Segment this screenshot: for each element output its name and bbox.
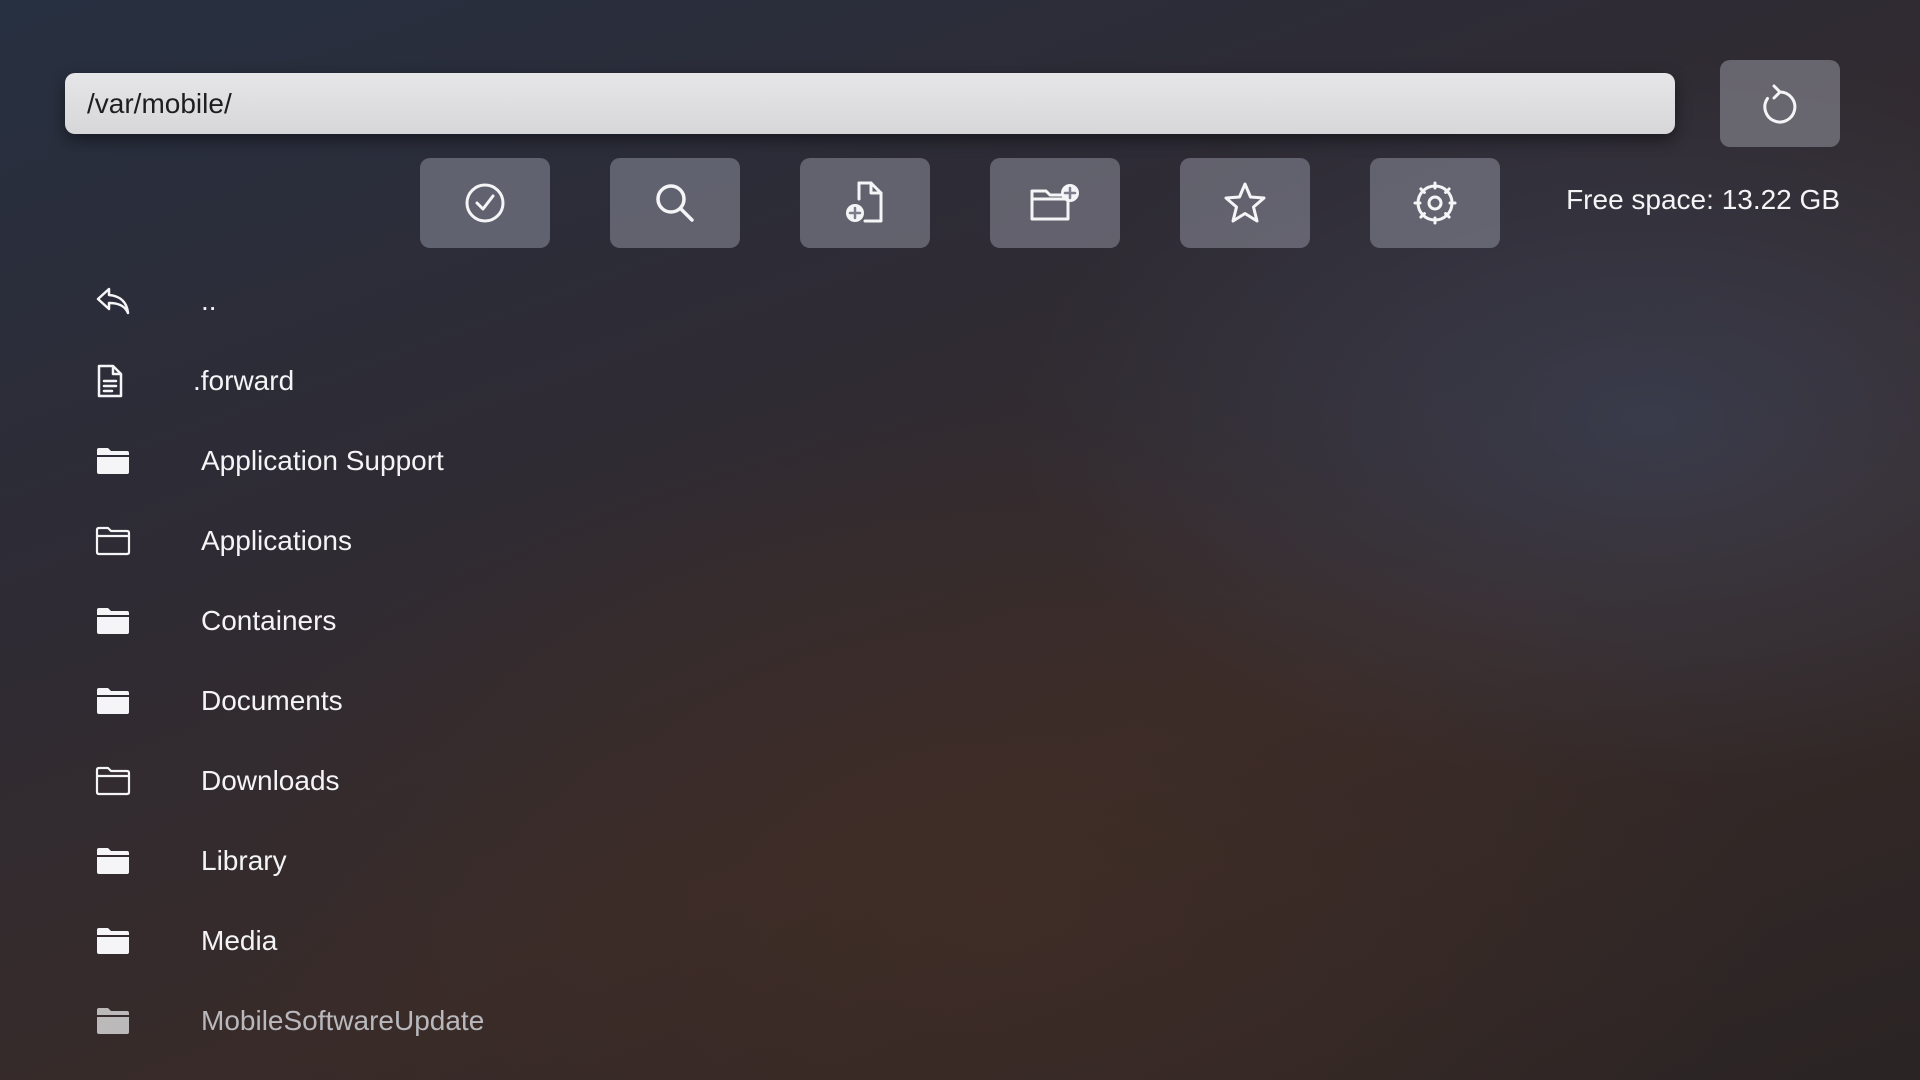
settings-button[interactable] <box>1370 158 1500 248</box>
folder-filled-icon <box>95 921 145 961</box>
new-file-icon <box>846 181 883 223</box>
list-item-label: Applications <box>201 525 352 556</box>
new-folder-button[interactable] <box>990 158 1120 248</box>
new-folder-icon <box>1030 184 1079 221</box>
folder-outline-icon <box>95 761 145 801</box>
folder-outline-icon <box>95 521 145 561</box>
list-item-label: .forward <box>193 365 295 396</box>
path-bar[interactable] <box>65 73 1675 134</box>
list-item[interactable]: Library <box>95 830 995 892</box>
list-item-label: Downloads <box>201 765 340 796</box>
folder-filled-icon <box>95 841 145 881</box>
star-icon <box>1224 182 1266 223</box>
list-item-label: MobileSoftwareUpdate <box>201 1005 485 1036</box>
search-button[interactable] <box>610 158 740 248</box>
checkmark-circle-icon <box>465 183 505 223</box>
free-space-label: Free space: 13.22 GB <box>1566 184 1840 215</box>
gear-icon <box>1413 181 1457 225</box>
list-item-label: Application Support <box>201 445 444 476</box>
select-button[interactable] <box>420 158 550 248</box>
list-item-label: .. <box>201 285 217 316</box>
new-file-button[interactable] <box>800 158 930 248</box>
back-arrow-icon <box>95 281 145 321</box>
list-item-label: Library <box>201 845 287 876</box>
refresh-icon <box>1763 84 1797 123</box>
favorites-button[interactable] <box>1180 158 1310 248</box>
list-item[interactable]: Containers <box>95 590 995 652</box>
list-item-label: Containers <box>201 605 337 636</box>
folder-filled-icon <box>95 441 145 481</box>
list-item[interactable]: MobileSoftwareUpdate <box>95 990 995 1052</box>
list-item[interactable]: Applications <box>95 510 995 572</box>
document-icon <box>95 361 145 401</box>
list-item[interactable]: Downloads <box>95 750 995 812</box>
folder-filled-icon <box>95 1001 145 1041</box>
list-item-label: Media <box>201 925 278 956</box>
list-item-label: Documents <box>201 685 343 716</box>
path-input[interactable] <box>85 86 1655 121</box>
folder-filled-icon <box>95 681 145 721</box>
search-icon <box>656 184 694 222</box>
list-item[interactable]: Application Support <box>95 430 995 492</box>
folder-filled-icon <box>95 601 145 641</box>
refresh-button[interactable] <box>1720 60 1840 147</box>
list-item[interactable]: Media <box>95 910 995 972</box>
list-item-parent[interactable]: .. <box>95 270 995 332</box>
list-item[interactable]: .forward <box>95 350 995 412</box>
list-item[interactable]: Documents <box>95 670 995 732</box>
